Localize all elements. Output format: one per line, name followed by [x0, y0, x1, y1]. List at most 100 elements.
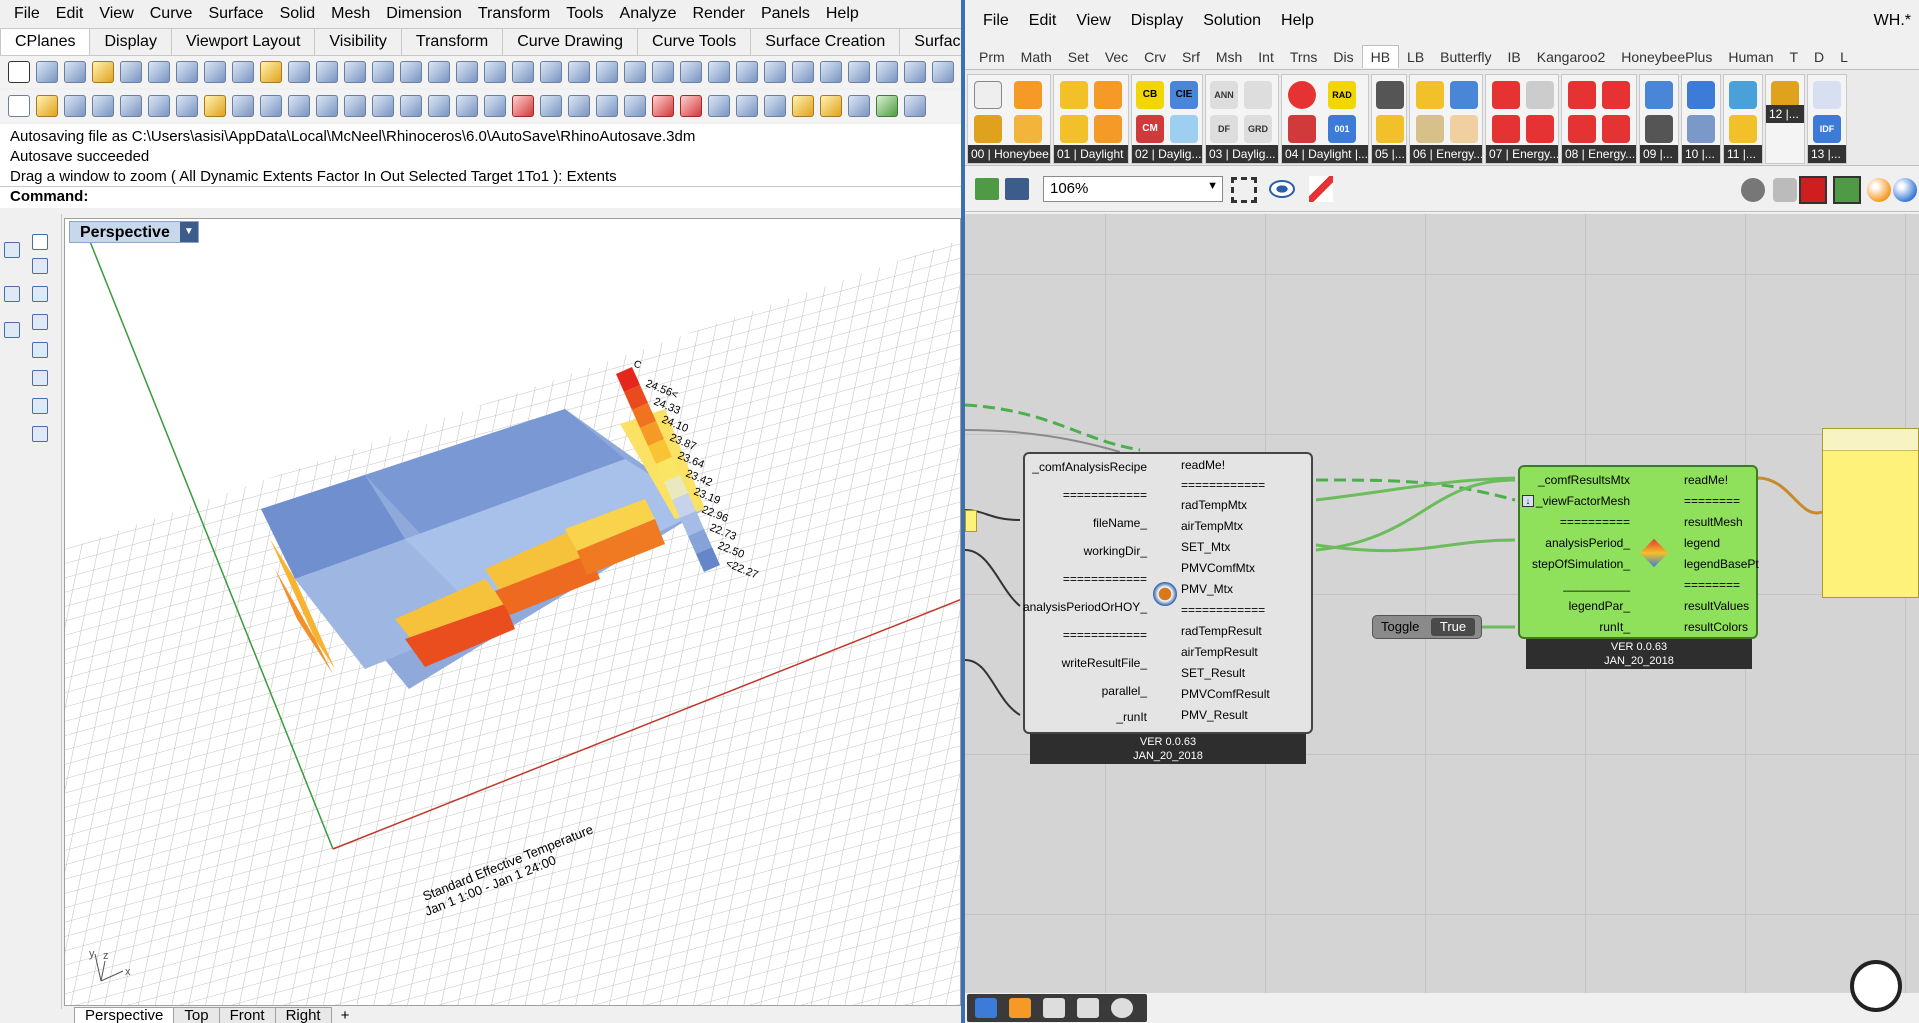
zoom-window-icon[interactable]	[344, 95, 366, 117]
command-prompt-input[interactable]: Command:	[0, 186, 961, 208]
ribbon-group-11[interactable]: 11 |...	[1723, 74, 1763, 164]
ribbon-group-daylight-4[interactable]: RAD 001 04 | Daylight |...	[1281, 74, 1369, 164]
new-file-icon[interactable]	[8, 95, 30, 117]
rhino-menu-surface[interactable]: Surface	[200, 5, 271, 23]
file-icon[interactable]	[1043, 998, 1065, 1018]
pan-icon[interactable]	[260, 95, 282, 117]
ribbon-group-9[interactable]: 09 |...	[1639, 74, 1679, 164]
rhino-menu-curve[interactable]: Curve	[142, 5, 201, 23]
daylight-2-icon[interactable]	[1094, 81, 1122, 109]
bowl-icon[interactable]	[624, 61, 646, 83]
ribbon-group-honeybee[interactable]: 00 | Honeybee	[967, 74, 1051, 164]
viewport-tab-top[interactable]: Top	[173, 1007, 220, 1023]
energy-6-icon[interactable]	[1492, 115, 1520, 143]
gh-tab-srf[interactable]: Srf	[1174, 46, 1208, 68]
zoom-extents-icon[interactable]	[1231, 177, 1257, 203]
gh-menu-display[interactable]: Display	[1121, 12, 1193, 30]
rhino-tab-curve-tools[interactable]: Curve Tools	[637, 28, 752, 55]
energy-11-icon[interactable]	[1602, 115, 1630, 143]
side-tool-icon[interactable]	[32, 258, 48, 274]
add-viewport-tab-icon[interactable]: +	[331, 1008, 360, 1023]
ribbon-group-energy-2[interactable]: 07 | Energy...	[1485, 74, 1559, 164]
sketch-icon[interactable]	[1309, 176, 1333, 202]
input-param-stub[interactable]	[965, 510, 977, 532]
df-icon[interactable]: DF	[1210, 115, 1238, 143]
gh-tab-l[interactable]: L	[1832, 46, 1856, 68]
zoom-extents-icon[interactable]	[372, 95, 394, 117]
comfort-recall-component[interactable]: _comfResultsMtx _viewFactorMesh ========…	[1518, 465, 1759, 639]
magnet-icon[interactable]	[428, 95, 450, 117]
input-analysis-period[interactable]: analysisPeriodOrHOY_	[1023, 600, 1147, 614]
side-tool-icon[interactable]	[4, 242, 20, 258]
circle-icon[interactable]	[568, 95, 590, 117]
ribbon-group-13[interactable]: IDF 13 |...	[1807, 74, 1847, 164]
input-parallel[interactable]: parallel_	[1102, 684, 1147, 698]
side-tool-icon[interactable]	[32, 398, 48, 414]
preview-shaded-icon[interactable]	[1799, 176, 1827, 204]
paint-icon[interactable]	[92, 61, 114, 83]
move-icon[interactable]	[540, 95, 562, 117]
link-icon[interactable]	[708, 61, 730, 83]
input-comf-results-mtx[interactable]: _comfResultsMtx	[1538, 473, 1630, 487]
walk-2-icon[interactable]	[176, 61, 198, 83]
t-icon[interactable]	[1729, 115, 1757, 143]
output-panel[interactable]	[1822, 428, 1919, 598]
energy-4-icon[interactable]	[1450, 115, 1478, 143]
rhino-tab-visibility[interactable]: Visibility	[314, 28, 402, 55]
gh-tab-msh[interactable]: Msh	[1208, 46, 1250, 68]
globe-icon[interactable]	[652, 61, 674, 83]
grid-3-icon[interactable]	[848, 61, 870, 83]
viewport-tab-right[interactable]: Right	[274, 1007, 332, 1023]
honeybee-2-icon[interactable]	[974, 115, 1002, 143]
output-air-temp-mtx[interactable]: airTempMtx	[1181, 519, 1243, 533]
rhino-tab-cplanes[interactable]: CPlanes	[0, 28, 91, 55]
gh-tab-vec[interactable]: Vec	[1097, 46, 1136, 68]
side-tool-icon[interactable]	[4, 322, 20, 338]
gh-tab-trns[interactable]: Trns	[1282, 46, 1325, 68]
output-legend-base-pt[interactable]: legendBasePt	[1684, 557, 1759, 571]
gh-menu-view[interactable]: View	[1066, 12, 1120, 30]
output-result-values[interactable]: resultValues	[1684, 599, 1749, 613]
input-run-it[interactable]: runIt_	[1599, 620, 1630, 634]
ladybug-icon[interactable]	[1009, 998, 1031, 1018]
preview-hidden-icon[interactable]	[1741, 178, 1765, 202]
zoom-dropdown[interactable]: 106% ▼	[1043, 176, 1223, 202]
rhino-menu-solid[interactable]: Solid	[272, 5, 324, 23]
walk-3-icon[interactable]	[204, 61, 226, 83]
output-set-result[interactable]: SET_Result	[1181, 666, 1245, 680]
daylight-3-icon[interactable]	[1060, 115, 1088, 143]
grid-5-icon[interactable]	[484, 95, 506, 117]
dropdown-arrow-icon[interactable]: ▼	[179, 222, 198, 242]
side-tool-icon[interactable]	[32, 426, 48, 442]
grid-icon[interactable]	[1288, 115, 1316, 143]
output-rad-temp-mtx[interactable]: radTempMtx	[1181, 498, 1247, 512]
rhino-tab-surface-creation[interactable]: Surface Creation	[750, 28, 901, 55]
perspective-viewport[interactable]: C 24.56< 24.33 24.10 23.87 23.64 23.42 2…	[64, 218, 961, 1006]
input-flatten-icon[interactable]: ↓	[1522, 495, 1534, 507]
list-icon[interactable]	[1376, 81, 1404, 109]
input-view-factor-mesh[interactable]: _viewFactorMesh	[1536, 494, 1630, 508]
gh-tab-dis[interactable]: Dis	[1325, 46, 1361, 68]
gh-tab-t[interactable]: T	[1781, 46, 1806, 68]
python-icon[interactable]	[975, 998, 997, 1018]
ribbon-group-daylight-2[interactable]: CB CIE CM 02 | Daylig...	[1131, 74, 1203, 164]
gh-tab-hb[interactable]: HB	[1361, 45, 1400, 68]
render-sphere-icon[interactable]	[736, 95, 758, 117]
gh-tab-d[interactable]: D	[1806, 46, 1832, 68]
gh-tab-set[interactable]: Set	[1060, 46, 1097, 68]
gh-tab-honeybeeplus[interactable]: HoneybeePlus	[1613, 46, 1720, 68]
cplane-icon[interactable]	[456, 95, 478, 117]
output-pmv-result[interactable]: PMV_Result	[1181, 708, 1248, 722]
edit-icon[interactable]	[344, 61, 366, 83]
grasshopper-icon[interactable]	[876, 95, 898, 117]
comfort-analysis-component[interactable]: _comfAnalysisRecipe ============ fileNam…	[1023, 452, 1313, 734]
honeybee-icon[interactable]	[1014, 81, 1042, 109]
ribbon-group-daylight-3[interactable]: ANN DF GRD 03 | Daylig...	[1205, 74, 1279, 164]
gh-tab-kangaroo2[interactable]: Kangaroo2	[1529, 46, 1614, 68]
output-result-colors[interactable]: resultColors	[1684, 620, 1748, 634]
cie-icon[interactable]: CIE	[1170, 81, 1198, 109]
output-air-temp-result[interactable]: airTempResult	[1181, 645, 1258, 659]
target-icon[interactable]	[1111, 998, 1133, 1018]
cb-icon[interactable]: CB	[1136, 81, 1164, 109]
matrix-2-icon[interactable]	[764, 61, 786, 83]
